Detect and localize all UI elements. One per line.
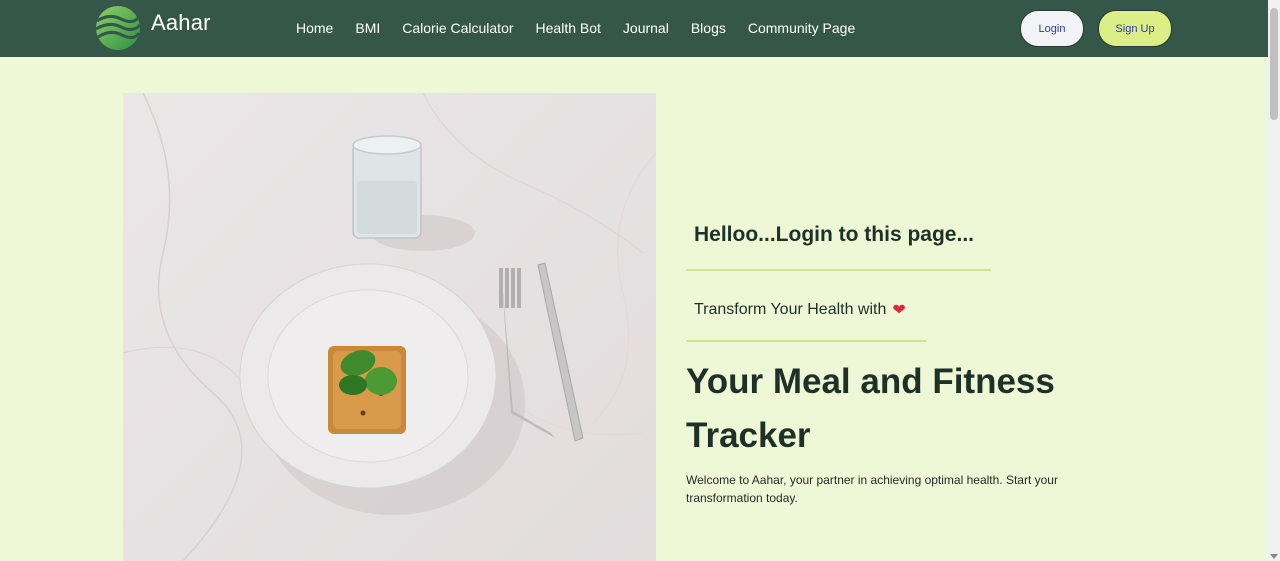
top-navbar: Aahar Home BMI Calorie Calculator Health…	[0, 0, 1268, 57]
heart-icon: ❤	[892, 302, 906, 319]
nav-link-blogs[interactable]: Blogs	[691, 20, 726, 36]
greeting-heading: Helloo...Login to this page...	[694, 223, 974, 246]
signup-button[interactable]: Sign Up	[1098, 10, 1172, 47]
hero-subtitle: Transform Your Health with ❤	[694, 300, 906, 320]
leaf-wave-logo-icon[interactable]	[95, 5, 141, 51]
scroll-down-arrow-icon[interactable]	[1270, 554, 1278, 559]
hero-description: Welcome to Aahar, your partner in achiev…	[686, 473, 1058, 505]
subtitle-text: Transform Your Health with	[694, 301, 887, 318]
page-scrollbar[interactable]	[1268, 0, 1280, 561]
plate-with-food-photo	[123, 93, 656, 561]
nav-link-journal[interactable]: Journal	[623, 20, 669, 36]
nav-links: Home BMI Calorie Calculator Health Bot J…	[296, 20, 877, 36]
divider-line	[686, 340, 926, 342]
nav-link-health-bot[interactable]: Health Bot	[536, 20, 601, 36]
hero-headline: Your Meal and Fitness Tracker	[686, 362, 1055, 455]
nav-link-calorie-calculator[interactable]: Calorie Calculator	[402, 20, 513, 36]
brand-name[interactable]: Aahar	[151, 10, 211, 36]
login-button[interactable]: Login	[1020, 10, 1084, 47]
nav-link-community-page[interactable]: Community Page	[748, 20, 855, 36]
divider-line	[686, 269, 991, 271]
hero-food-image	[123, 93, 656, 561]
nav-link-home[interactable]: Home	[296, 20, 333, 36]
nav-link-bmi[interactable]: BMI	[355, 20, 380, 36]
scrollbar-thumb[interactable]	[1270, 8, 1278, 120]
